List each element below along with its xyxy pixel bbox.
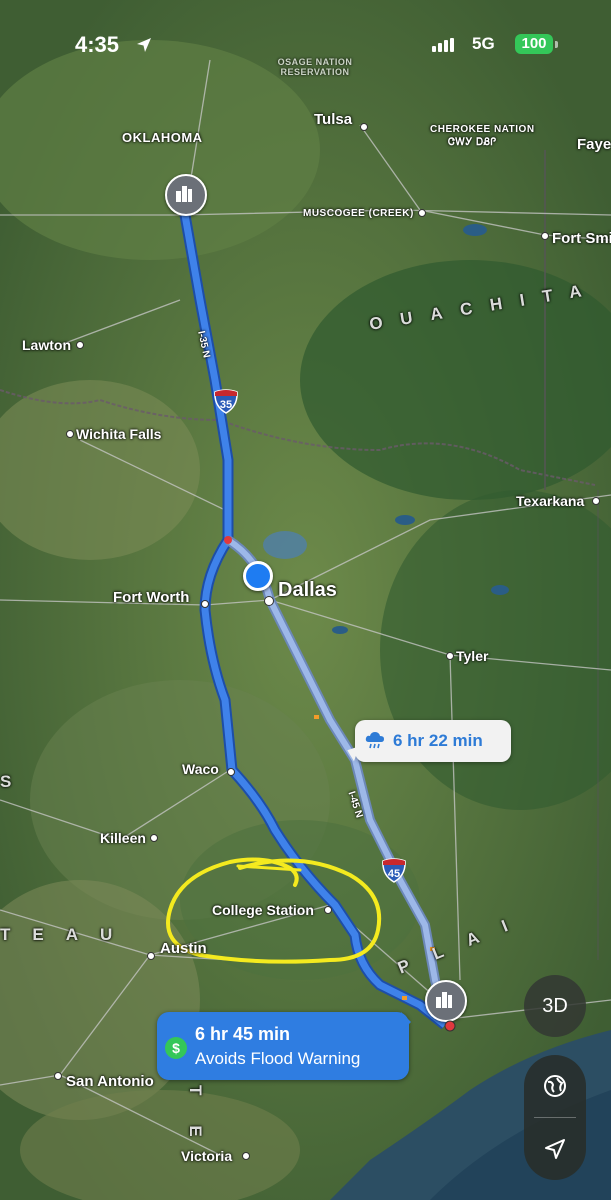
status-time: 4:35 bbox=[75, 32, 120, 57]
label-s-left: S bbox=[0, 772, 30, 791]
label-college-station: College Station bbox=[212, 902, 314, 918]
alternate-route-callout[interactable]: 6 hr 22 min bbox=[344, 720, 511, 762]
3d-view-button[interactable]: 3D bbox=[524, 975, 586, 1037]
location-arrow-icon bbox=[137, 38, 151, 52]
destination-marker bbox=[444, 1020, 456, 1032]
label-fayetteville: Faye bbox=[577, 136, 611, 153]
map-controls bbox=[524, 1055, 586, 1180]
battery-indicator: 100 bbox=[515, 34, 553, 54]
city-dot-tulsa bbox=[360, 123, 368, 131]
label-fort-smith: Fort Smi bbox=[552, 230, 611, 247]
svg-text:35: 35 bbox=[220, 399, 232, 411]
city-dot-killeen bbox=[150, 834, 158, 842]
interstate-shield-35: 35 bbox=[213, 388, 239, 414]
current-location-dot[interactable] bbox=[243, 561, 273, 591]
alternate-route-eta: 6 hr 22 min bbox=[393, 731, 483, 750]
label-osage-nation: OSAGE NATION RESERVATION bbox=[277, 57, 353, 77]
start-pin[interactable] bbox=[165, 174, 207, 216]
city-dot-fort-worth bbox=[201, 600, 209, 608]
label-plateau: TEAU bbox=[0, 925, 135, 944]
selected-route-callout[interactable]: $ 6 hr 45 min Avoids Flood Warning bbox=[157, 1012, 411, 1080]
city-dot-muscogee bbox=[418, 209, 426, 217]
label-dallas: Dallas bbox=[278, 579, 337, 601]
label-austin: Austin bbox=[160, 940, 207, 957]
location-arrow-icon[interactable] bbox=[543, 1137, 567, 1161]
label-killeen: Killeen bbox=[100, 830, 146, 846]
label-tyler: Tyler bbox=[456, 648, 489, 664]
city-dot-dallas bbox=[264, 596, 274, 606]
label-waco: Waco bbox=[182, 761, 219, 777]
interstate-shield-45: 45 bbox=[381, 857, 407, 883]
label-cherokee-nation: CHEROKEE NATION bbox=[430, 124, 535, 135]
label-lawton: Lawton bbox=[22, 337, 71, 353]
label-oklahoma: OKLAHOMA bbox=[122, 130, 203, 145]
city-dot-texarkana bbox=[592, 497, 600, 505]
city-dot-fort-smith bbox=[541, 232, 549, 240]
callout-tail bbox=[401, 1012, 411, 1032]
city-dot-college-station bbox=[324, 906, 332, 914]
svg-text:45: 45 bbox=[388, 868, 400, 880]
city-dot-victoria bbox=[242, 1152, 250, 1160]
label-muscogee: MUSCOGEE (CREEK) bbox=[303, 208, 414, 219]
city-dot-waco bbox=[227, 768, 235, 776]
label-cherokee-script: ᏣᎳᎩ ᎠᏰᎵ bbox=[448, 137, 497, 148]
city-dot-lawton bbox=[76, 341, 84, 349]
city-dot-tyler bbox=[446, 652, 454, 660]
label-texas: TE bbox=[186, 1085, 205, 1167]
label-tulsa: Tulsa bbox=[314, 111, 353, 128]
network-type: 5G bbox=[472, 34, 495, 53]
city-buildings-icon bbox=[436, 992, 452, 1008]
label-wichita-falls: Wichita Falls bbox=[76, 426, 162, 442]
destination-pin[interactable] bbox=[425, 980, 467, 1022]
selected-route-note: Avoids Flood Warning bbox=[195, 1049, 361, 1068]
rain-cloud-icon bbox=[365, 732, 384, 749]
city-dot-austin bbox=[147, 952, 155, 960]
selected-route-eta: 6 hr 45 min bbox=[195, 1024, 291, 1044]
city-buildings-icon bbox=[176, 186, 192, 202]
label-fort-worth: Fort Worth bbox=[113, 589, 190, 606]
label-san-antonio: San Antonio bbox=[66, 1073, 154, 1090]
controls-divider bbox=[534, 1117, 576, 1118]
city-dot-san-antonio bbox=[54, 1072, 62, 1080]
globe-icon[interactable] bbox=[542, 1073, 568, 1099]
dollar-icon: $ bbox=[165, 1037, 187, 1059]
label-texarkana: Texarkana bbox=[516, 493, 585, 509]
city-dot-wichita-falls bbox=[66, 430, 74, 438]
battery-cap bbox=[555, 41, 558, 48]
